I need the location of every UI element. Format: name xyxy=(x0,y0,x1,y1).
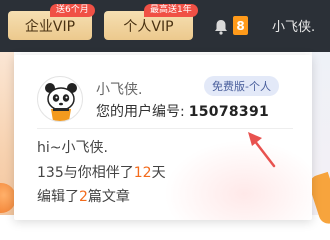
enterprise-promo-badge: 送6个月 xyxy=(50,4,95,17)
articles-prefix: 编辑了 xyxy=(37,189,79,205)
user-id-value: 15078391 xyxy=(188,104,270,120)
profile-name: 小飞侠. xyxy=(96,82,143,98)
greeting-text: hi~小飞侠. xyxy=(37,140,108,156)
background-right-strip xyxy=(312,52,330,215)
articles-suffix: 篇文章 xyxy=(87,189,130,205)
profile-dropdown-card: 小飞侠. 免费版-个人 您的用户编号: 15078391 hi~小飞侠. 135与… xyxy=(14,55,312,220)
panda-avatar-icon xyxy=(45,83,77,121)
notification-count-badge[interactable]: 8 xyxy=(233,16,248,35)
days-suffix: 天 xyxy=(151,165,166,181)
avatar[interactable] xyxy=(37,76,83,122)
bell-icon[interactable] xyxy=(214,19,228,35)
days-value: 12 xyxy=(133,165,152,181)
days-together-text: 135与你相伴了12天 xyxy=(37,162,166,182)
user-id-row: 您的用户编号: 15078391 xyxy=(96,101,269,121)
enterprise-vip-label: 企业VIP xyxy=(24,18,76,35)
top-bar: 企业VIP 送6个月 个人VIP 最高送1年 8 小飞侠. xyxy=(0,0,330,52)
card-decoration xyxy=(164,140,312,220)
days-prefix: 135与你相伴了 xyxy=(37,165,134,181)
divider xyxy=(37,128,293,129)
plan-badge[interactable]: 免费版-个人 xyxy=(204,76,279,96)
header-username[interactable]: 小飞侠. xyxy=(272,16,315,35)
articles-edited-text: 编辑了2篇文章 xyxy=(37,186,130,206)
personal-promo-badge: 最高送1年 xyxy=(144,4,198,17)
user-id-label: 您的用户编号: xyxy=(96,104,185,120)
articles-value: 2 xyxy=(79,189,88,205)
personal-vip-label: 个人VIP xyxy=(123,18,174,35)
